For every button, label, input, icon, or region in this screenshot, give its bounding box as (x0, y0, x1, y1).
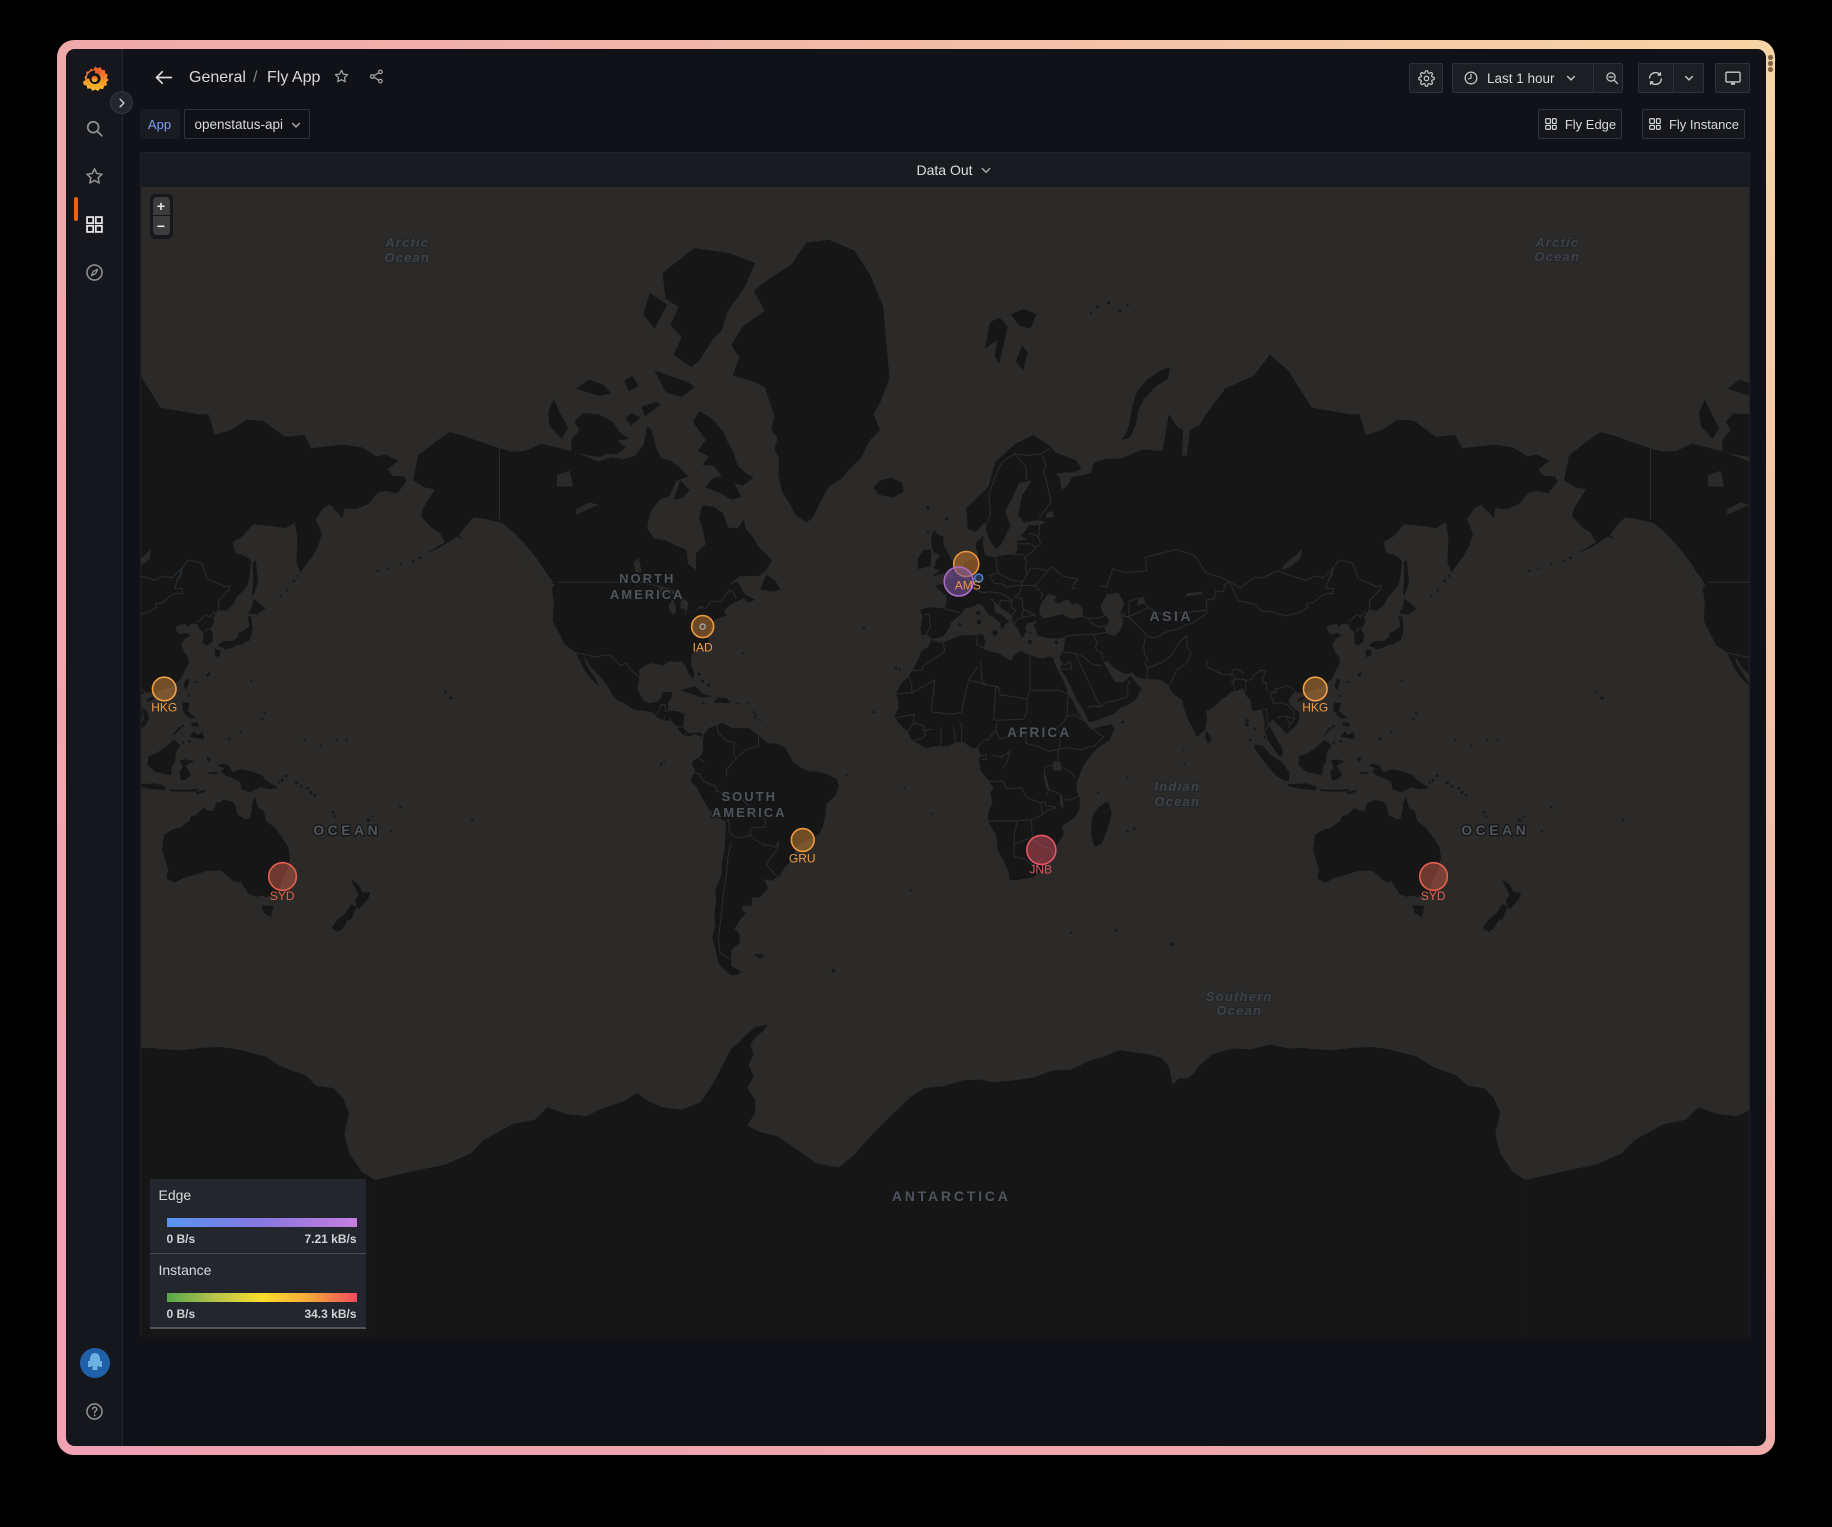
svg-text:SOUTH: SOUTH (721, 789, 777, 804)
svg-text:Indian: Indian (1154, 779, 1199, 794)
svg-text:Ocean: Ocean (1154, 794, 1200, 809)
svg-text:ASIA: ASIA (1149, 608, 1192, 624)
svg-text:Ocean: Ocean (384, 250, 430, 265)
svg-text:OCEAN: OCEAN (1461, 822, 1529, 838)
svg-text:Southern: Southern (1205, 989, 1272, 1004)
svg-text:JNB: JNB (1029, 863, 1052, 877)
svg-text:AMERICA: AMERICA (609, 587, 684, 602)
svg-text:AFRICA: AFRICA (1007, 725, 1071, 740)
svg-text:Ocean: Ocean (1216, 1003, 1262, 1018)
svg-text:HKG: HKG (1302, 701, 1328, 715)
svg-text:Arctic: Arctic (1534, 235, 1579, 250)
svg-text:IAD: IAD (692, 641, 712, 655)
svg-text:ANTARCTICA: ANTARCTICA (891, 1188, 1010, 1204)
svg-text:AMERICA: AMERICA (711, 805, 786, 820)
svg-text:OCEAN: OCEAN (313, 822, 381, 838)
svg-text:AMS: AMS (954, 579, 980, 593)
svg-text:NORTH: NORTH (619, 571, 675, 586)
svg-text:Ocean: Ocean (1534, 249, 1580, 264)
svg-text:GRU: GRU (788, 852, 815, 866)
svg-text:Arctic: Arctic (384, 235, 429, 250)
svg-text:HKG: HKG (151, 701, 177, 715)
svg-text:SYD: SYD (1420, 889, 1445, 903)
svg-text:SYD: SYD (269, 889, 294, 903)
